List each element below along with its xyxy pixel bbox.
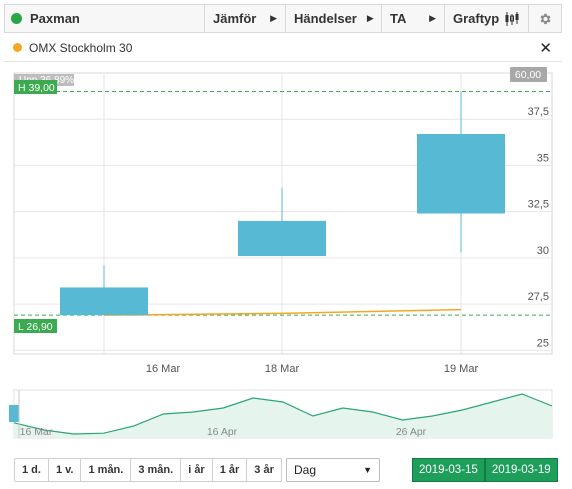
x-tick-label: 18 Mar	[265, 363, 300, 375]
range-button-3m[interactable]: 3 mån.	[131, 459, 182, 481]
date-to-button[interactable]: 2019-03-19	[484, 458, 558, 482]
navigator-label: 16 Apr	[207, 426, 238, 438]
date-from-button[interactable]: 2019-03-15	[412, 458, 485, 482]
navigator-handle	[9, 405, 19, 422]
navigator-area	[14, 394, 552, 438]
y-tick-label: 30	[537, 245, 549, 257]
range-button-3y[interactable]: 3 år	[247, 459, 281, 481]
period-select[interactable]: Dag ▼	[286, 458, 380, 482]
y-tick-label: 27,5	[528, 291, 549, 303]
x-tick-label: 19 Mar	[444, 363, 479, 375]
dropdown-arrow-icon: ▼	[363, 465, 372, 475]
candle-body	[417, 134, 505, 214]
price-chart[interactable]: 2527,53032,53537,516 Mar18 Mar19 MarUpp …	[0, 0, 572, 489]
range-button-1d[interactable]: 1 d.	[15, 459, 49, 481]
y-tick-label: 32,5	[528, 199, 549, 211]
range-button-1m[interactable]: 1 mån.	[81, 459, 132, 481]
candle-body	[60, 287, 148, 316]
top-badge: 60,00	[515, 69, 541, 81]
period-value: Dag	[294, 463, 317, 477]
range-button-1y[interactable]: 1 år	[213, 459, 248, 481]
y-tick-label: 37,5	[528, 106, 549, 118]
y-tick-label: 35	[537, 152, 549, 164]
low-label: L 26,90	[18, 321, 53, 333]
x-tick-label: 16 Mar	[146, 363, 181, 375]
y-tick-label: 25	[537, 337, 549, 349]
navigator-label: 16 Mar	[20, 426, 53, 438]
range-button-ytd[interactable]: i år	[181, 459, 213, 481]
date-range: 2019-03-15 2019-03-19	[412, 458, 558, 482]
high-label: H 39,00	[18, 82, 55, 94]
navigator-label: 26 Apr	[396, 426, 427, 438]
range-buttons: 1 d. 1 v. 1 mån. 3 mån. i år 1 år 3 år	[14, 458, 282, 482]
range-button-1w[interactable]: 1 v.	[49, 459, 82, 481]
candle-body	[238, 220, 326, 257]
